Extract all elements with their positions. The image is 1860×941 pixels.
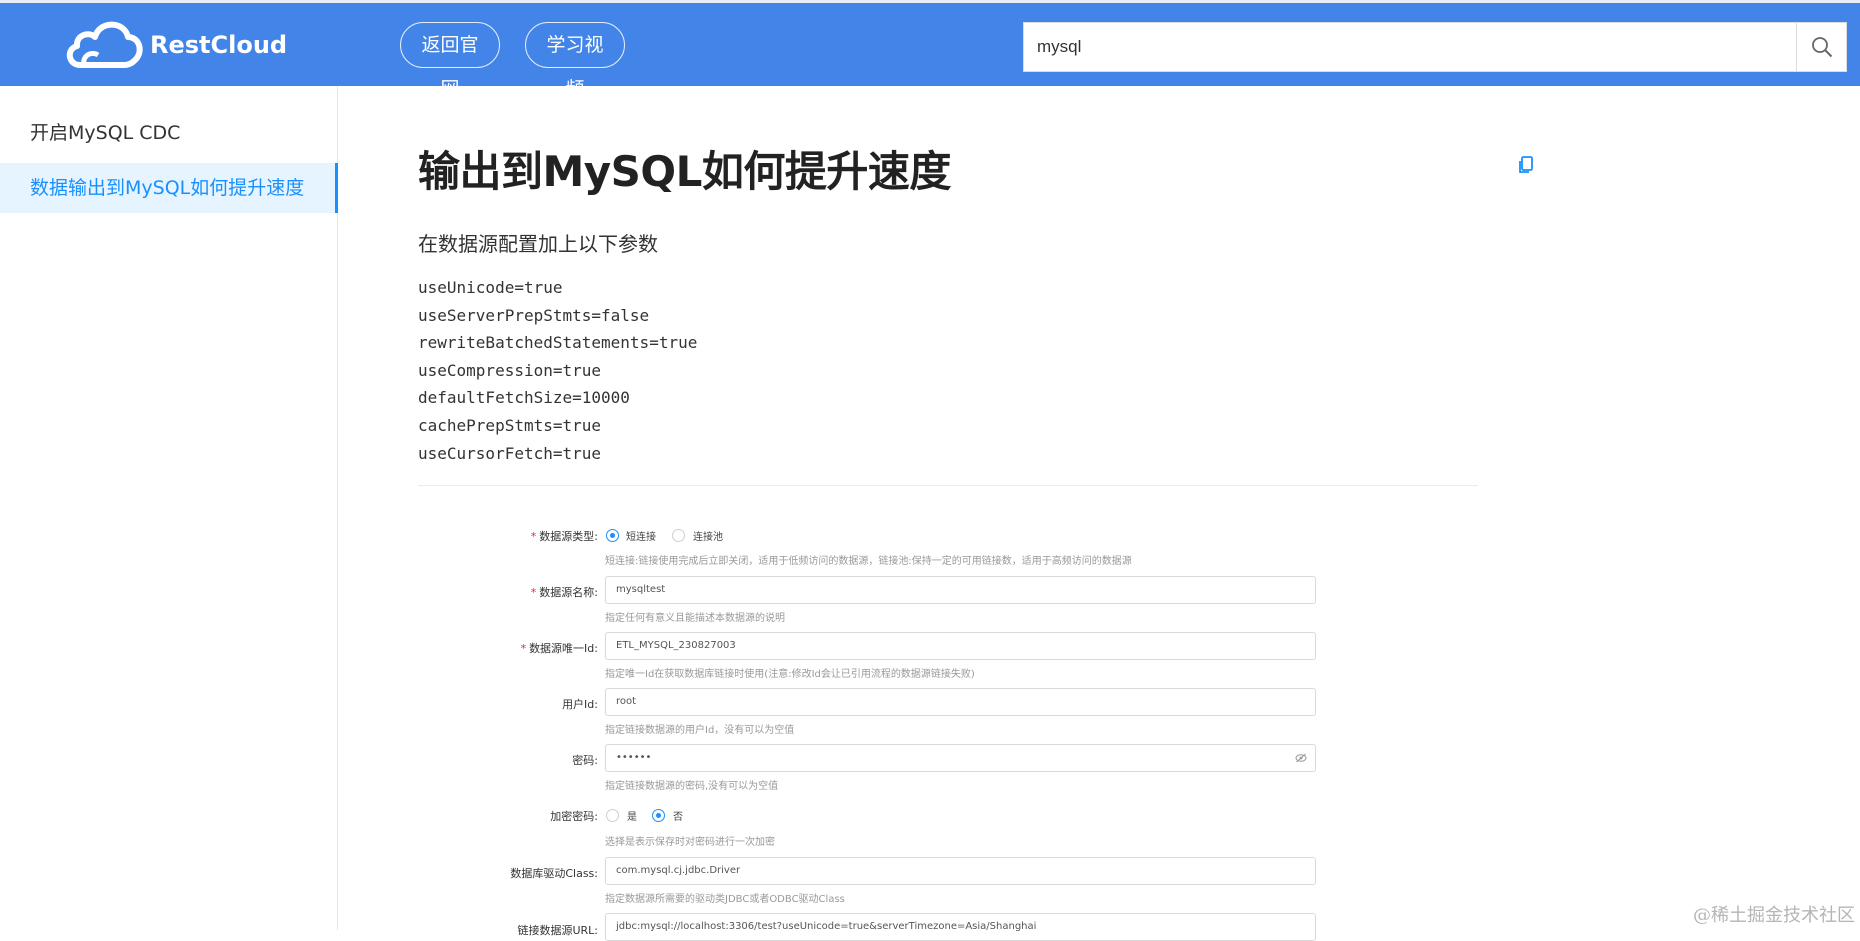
password-help: 指定链接数据源的密码,没有可以为空值 xyxy=(605,781,779,792)
encrypt-help: 选择是表示保存时对密码进行一次加密 xyxy=(605,837,775,848)
back-to-official-site-button[interactable]: 返回官网 xyxy=(400,22,500,100)
search-button[interactable] xyxy=(1796,23,1846,71)
watermark: @稀土掘金技术社区 xyxy=(1693,905,1855,926)
code-line: cachePrepStmts=true xyxy=(418,415,602,435)
divider xyxy=(418,485,1478,486)
section-subtitle: 在数据源配置加上以下参数 xyxy=(418,232,658,256)
password-input[interactable]: •••••• xyxy=(605,744,1316,772)
user-id-help: 指定链接数据源的用户Id，没有可以为空值 xyxy=(605,725,795,736)
learning-videos-button[interactable]: 学习视频 xyxy=(525,22,625,100)
ds-name-input[interactable]: mysqltest xyxy=(605,576,1316,604)
ds-id-label: * 数据源唯一Id: xyxy=(520,642,598,655)
encrypt-label: 加密密码: xyxy=(550,810,598,823)
code-line: useUnicode=true xyxy=(418,278,563,297)
cloud-logo-icon xyxy=(66,21,143,68)
sidebar-item-enable-mysql-cdc[interactable]: 开启MySQL CDC xyxy=(0,108,338,158)
ds-type-label: * 数据源类型: xyxy=(530,530,598,543)
driver-class-input[interactable]: com.mysql.cj.jdbc.Driver xyxy=(605,857,1316,885)
search-input[interactable] xyxy=(1024,23,1796,71)
connection-pool-label: 连接池 xyxy=(693,532,723,543)
sidebar: 开启MySQL CDC 数据输出到MySQL如何提升速度 xyxy=(0,86,338,930)
copy-icon[interactable] xyxy=(1518,156,1534,179)
search-box xyxy=(1023,22,1847,72)
ds-type-help: 短连接:链接使用完成后立即关闭，适用于低频访问的数据源，链接池:保持一定的可用链… xyxy=(605,556,1132,567)
encrypt-no-label: 否 xyxy=(673,812,683,823)
encrypt-no-radio[interactable] xyxy=(652,809,665,822)
code-line: useCompression=true xyxy=(418,360,602,380)
page-title: 输出到MySQL如何提升速度 xyxy=(418,147,951,196)
ds-name-label: * 数据源名称: xyxy=(530,586,598,599)
code-line: rewriteBatchedStatements=true xyxy=(418,333,698,353)
encrypt-yes-label: 是 xyxy=(627,812,637,823)
password-value: •••••• xyxy=(616,752,652,763)
top-header: RestCloud 返回官网 学习视频 xyxy=(0,0,1860,100)
short-connection-label: 短连接 xyxy=(626,532,656,543)
password-label: 密码: xyxy=(572,754,598,767)
user-id-input[interactable]: root xyxy=(605,688,1316,716)
ds-name-help: 指定任何有意义且能描述本数据源的说明 xyxy=(605,613,785,624)
driver-class-help: 指定数据源所需要的驱动类JDBC或者ODBC驱动Class xyxy=(605,894,845,905)
ds-id-input[interactable]: ETL_MYSQL_230827003 xyxy=(605,632,1316,660)
search-icon xyxy=(1811,37,1832,58)
url-input[interactable]: jdbc:mysql://localhost:3306/test?useUnic… xyxy=(605,913,1316,941)
encrypt-yes-radio[interactable] xyxy=(606,809,619,822)
ds-id-help: 指定唯一Id在获取数据库链接时使用(注意:修改Id会让已引用流程的数据源链接失败… xyxy=(605,669,975,680)
eye-invisible-icon[interactable] xyxy=(1295,753,1307,763)
code-block: useUnicode=true useServerPrepStmts=false… xyxy=(418,274,697,467)
brand-name: RestCloud xyxy=(150,31,288,59)
code-line: useCursorFetch=true xyxy=(418,443,602,463)
code-line: defaultFetchSize=10000 xyxy=(418,388,630,408)
short-connection-radio[interactable] xyxy=(606,529,619,542)
connection-pool-radio[interactable] xyxy=(672,529,685,542)
sidebar-item-mysql-output-speed[interactable]: 数据输出到MySQL如何提升速度 xyxy=(0,163,338,213)
url-label: 链接数据源URL: xyxy=(517,924,598,937)
restcloud-logo[interactable]: RestCloud xyxy=(62,15,287,75)
code-line: useServerPrepStmts=false xyxy=(418,305,650,325)
driver-class-label: 数据库驱动Class: xyxy=(510,867,598,880)
user-id-label: 用户Id: xyxy=(562,698,598,711)
